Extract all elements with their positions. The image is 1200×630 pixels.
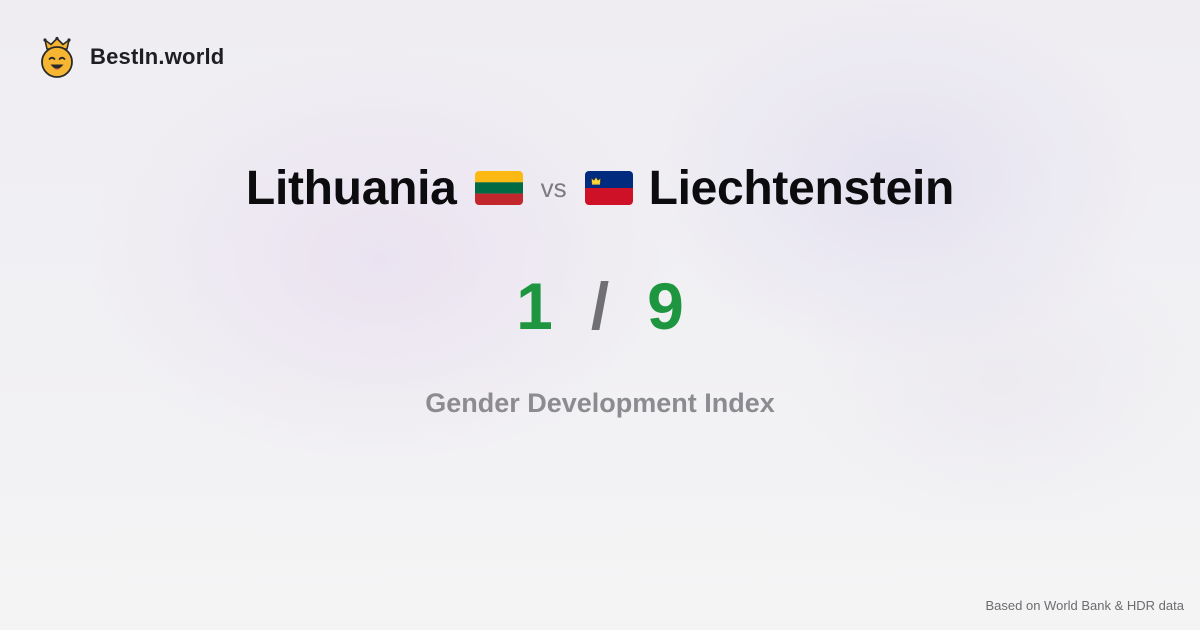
left-rank-value: 1 [516,269,553,343]
right-country-name: Liechtenstein [648,161,955,215]
left-country-name: Lithuania [245,161,457,215]
right-rank-value: 9 [647,269,684,343]
data-source-note: Based on World Bank & HDR data [985,598,1184,613]
rank-comparison: 1 / 9 [0,264,1200,348]
liechtenstein-flag-icon [584,171,633,205]
comparison-title: Lithuania vs Liechtenstein [0,152,1200,224]
metric-label: Gender Development Index [425,388,775,418]
crown-smiley-icon [41,36,73,78]
lithuania-flag-icon [474,171,523,205]
rank-separator: / [590,269,610,343]
vs-label: vs [540,172,567,203]
brand-name: BestIn.world [90,44,225,69]
brand-header[interactable]: BestIn.world [38,36,224,78]
